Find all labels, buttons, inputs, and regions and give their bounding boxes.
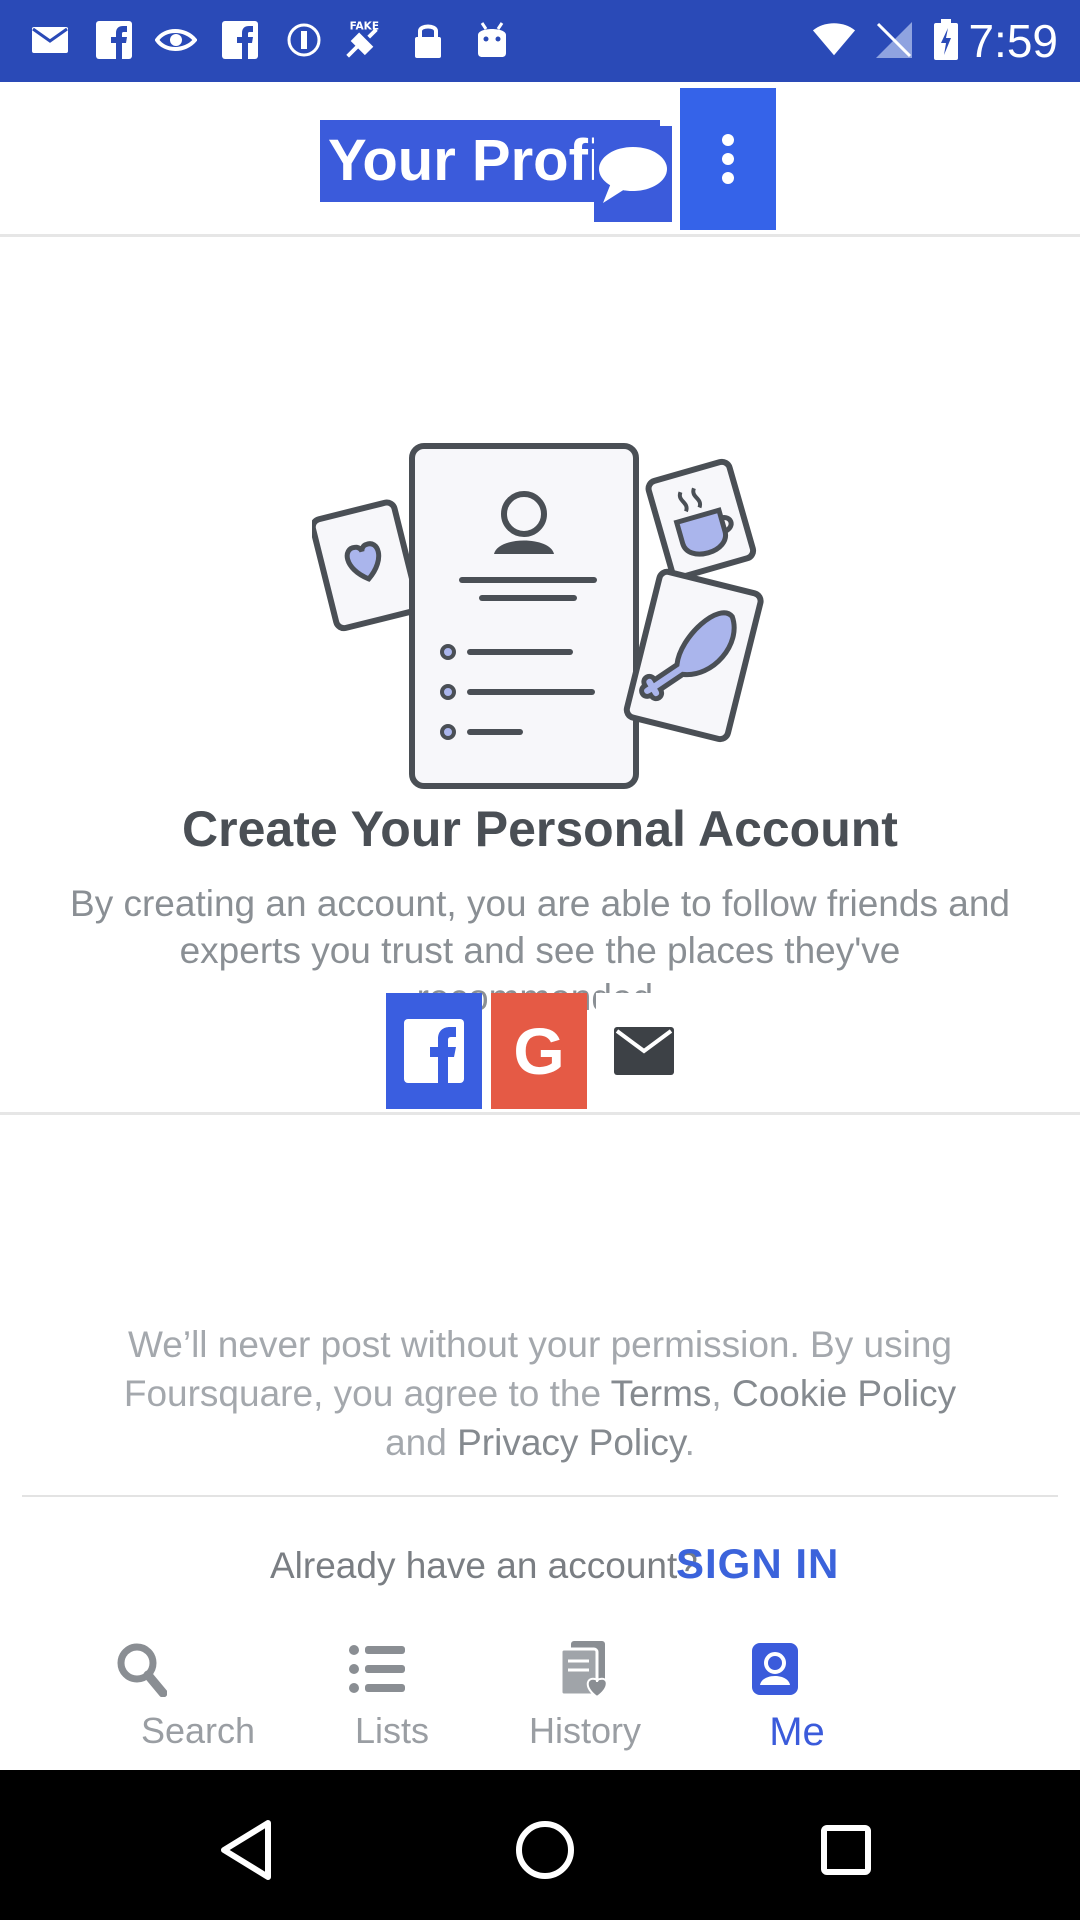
back-nav-button[interactable] [206, 1810, 286, 1890]
section-divider [0, 1112, 1080, 1115]
more-vert-icon [722, 134, 734, 184]
tab-history[interactable]: History [490, 1710, 680, 1752]
tab-me[interactable]: Me [702, 1710, 892, 1755]
terms-link[interactable]: Terms [611, 1373, 712, 1414]
android-icon [470, 18, 514, 62]
back-triangle-icon [221, 1820, 271, 1880]
tab-search[interactable]: Search [103, 1710, 293, 1752]
overflow-menu-button[interactable] [680, 88, 776, 230]
home-nav-button[interactable] [505, 1810, 585, 1890]
search-icon[interactable] [112, 1636, 170, 1702]
list-icon[interactable] [348, 1636, 406, 1702]
cookie-policy-link[interactable]: Cookie Policy [732, 1373, 956, 1414]
facebook-icon [218, 18, 262, 62]
info-icon [282, 18, 326, 62]
profile-illustration [312, 443, 764, 789]
no-signal-icon [872, 18, 916, 62]
legal-text: We’ll never post without your permission… [100, 1320, 980, 1467]
lock-icon [406, 18, 450, 62]
home-circle-icon [516, 1821, 574, 1879]
facebook-icon [92, 18, 136, 62]
recents-nav-button[interactable] [806, 1810, 886, 1890]
already-have-account-text: Already have an account? [270, 1545, 698, 1586]
mail-icon [28, 18, 72, 62]
recents-square-icon [821, 1825, 871, 1875]
legal-divider [22, 1495, 1058, 1497]
status-time: 7:59 [968, 15, 1058, 67]
nvidia-icon [154, 18, 198, 62]
fake-gps-icon: FAKE [340, 18, 384, 62]
email-signup-button[interactable] [596, 993, 692, 1109]
privacy-policy-link[interactable]: Privacy Policy [457, 1422, 685, 1463]
google-signup-button[interactable]: G [491, 993, 587, 1109]
header-divider [0, 234, 1080, 237]
history-icon[interactable] [556, 1636, 614, 1702]
battery-icon [924, 18, 968, 62]
email-icon [614, 1027, 674, 1075]
wifi-icon [812, 18, 856, 62]
legal-comma: , [711, 1373, 732, 1414]
tab-lists[interactable]: Lists [297, 1710, 487, 1752]
chat-bubble-icon [599, 147, 667, 203]
legal-and: and [385, 1422, 458, 1463]
chat-button[interactable] [594, 126, 672, 222]
profile-icon[interactable] [746, 1636, 804, 1702]
google-icon: G [513, 1014, 565, 1088]
facebook-signup-button[interactable] [386, 993, 482, 1109]
headline: Create Your Personal Account [182, 801, 898, 857]
legal-period: . [684, 1422, 695, 1463]
facebook-icon [404, 1019, 464, 1083]
sign-in-button[interactable]: SIGN IN [676, 1540, 839, 1588]
